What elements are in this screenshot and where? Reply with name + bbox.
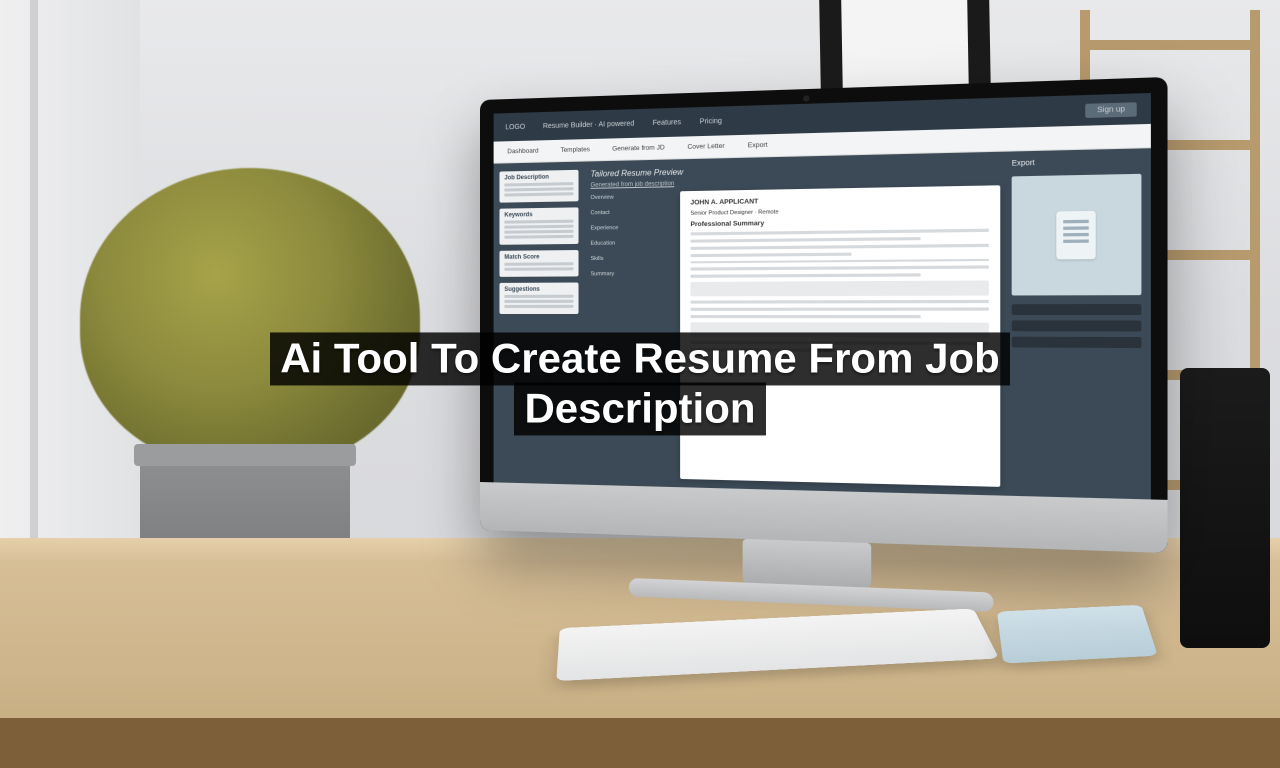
tab-item[interactable]: Education	[591, 238, 672, 249]
subnav-item[interactable]: Dashboard	[507, 147, 538, 155]
subnav-item[interactable]: Templates	[560, 146, 590, 154]
export-pill[interactable]	[1012, 320, 1142, 331]
middle-column: Tailored Resume Preview Generated from j…	[585, 151, 1012, 495]
resume-name: JOHN A. APPLICANT	[690, 194, 989, 206]
tab-item[interactable]: Contact	[591, 207, 672, 219]
tab-item[interactable]: Skills	[591, 253, 672, 264]
tab-item[interactable]: Experience	[591, 222, 672, 233]
side-card-title: Suggestions	[504, 287, 573, 293]
overlay-title: Ai Tool To Create Resume From Job Descri…	[180, 333, 1100, 432]
monitor: LOGO Resume Builder · AI powered Feature…	[480, 77, 1168, 553]
left-sidepanel: Job Description Keywords Match Score Sug…	[494, 162, 585, 485]
side-card[interactable]: Match Score	[499, 250, 578, 277]
tab-item[interactable]: Summary	[591, 269, 672, 280]
side-card[interactable]: Keywords	[499, 207, 578, 244]
subnav-item[interactable]: Cover Letter	[687, 143, 724, 151]
brand-tagline: Resume Builder · AI powered	[543, 120, 634, 130]
subnav-item[interactable]: Export	[748, 142, 768, 150]
app-body: Job Description Keywords Match Score Sug…	[494, 148, 1151, 499]
side-card[interactable]: Job Description	[499, 170, 578, 203]
brand-logo: LOGO	[505, 123, 525, 131]
desk-speaker	[1180, 368, 1270, 648]
signup-button[interactable]: Sign up	[1086, 102, 1137, 118]
side-card[interactable]: Suggestions	[499, 283, 578, 314]
document-icon	[1056, 211, 1095, 260]
monitor-screen: LOGO Resume Builder · AI powered Feature…	[494, 93, 1151, 499]
tab-item[interactable]: Overview	[591, 191, 672, 203]
side-card-title: Keywords	[504, 212, 573, 219]
scene-photo: LOGO Resume Builder · AI powered Feature…	[0, 0, 1280, 768]
wall-edge	[30, 0, 38, 560]
trackpad	[997, 605, 1158, 664]
nav-link[interactable]: Pricing	[700, 117, 722, 125]
export-pill[interactable]	[1012, 304, 1142, 315]
side-card-title: Match Score	[504, 254, 573, 261]
resume-section-heading: Professional Summary	[690, 217, 989, 228]
template-card[interactable]	[1012, 174, 1142, 296]
resume-role: Senior Product Designer · Remote	[690, 206, 989, 217]
right-title: Export	[1012, 157, 1142, 167]
side-card-title: Job Description	[504, 174, 573, 182]
nav-link[interactable]: Features	[653, 119, 681, 127]
subnav-item[interactable]: Generate from JD	[612, 144, 665, 153]
overlay-title-text: Ai Tool To Create Resume From Job Descri…	[270, 332, 1010, 435]
webcam-dot	[803, 95, 809, 102]
right-column: Export	[1012, 148, 1151, 499]
